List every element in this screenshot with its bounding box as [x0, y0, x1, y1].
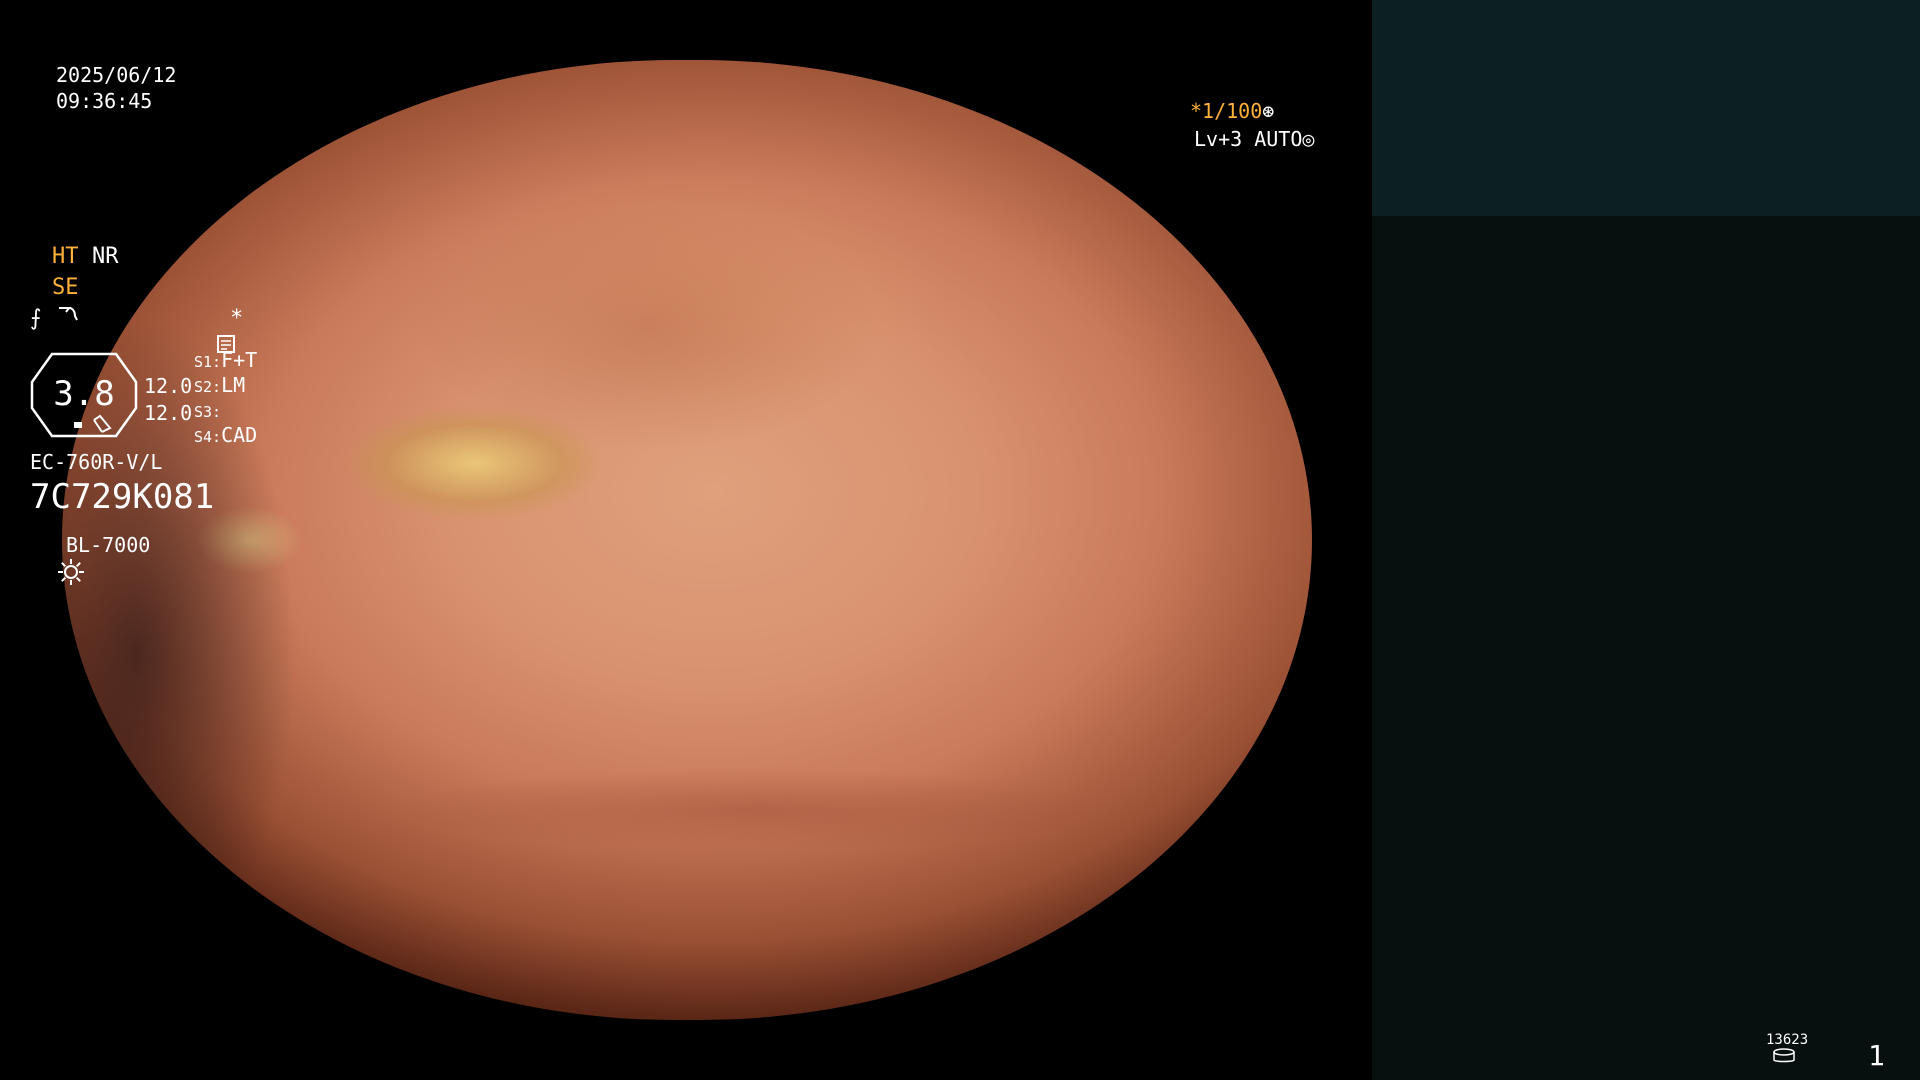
switch-key: S1: — [194, 353, 222, 371]
switch-s3: S3: — [194, 398, 221, 424]
switch-s2: S2:LM — [194, 373, 245, 399]
date-text: 2025/06/12 — [56, 63, 177, 87]
switch-s1: S1:F+T — [194, 348, 257, 374]
switch-key: S4: — [194, 428, 222, 446]
level-text: Lv+3 AUTO — [1194, 127, 1303, 151]
page-number: 1 — [1868, 1039, 1885, 1072]
gain-value-2: 12.0 — [144, 401, 193, 425]
shutter-speed: *1/100⊛ — [1190, 98, 1372, 124]
auto-icon: ◎ — [1302, 127, 1315, 151]
magnification-value: 3.8 — [53, 374, 115, 414]
nr-label: NR — [92, 244, 119, 269]
star-indicator: * — [230, 306, 244, 331]
brightness-level: Lv+3 AUTO◎ — [1194, 126, 1314, 152]
switch-key: S3: — [194, 403, 222, 421]
storage-disk-icon — [1772, 1048, 1796, 1064]
lamp-model: BL-7000 — [66, 533, 151, 557]
scope-serial: 7C729K081 — [30, 477, 215, 517]
shutter-text: *1/100 — [1190, 99, 1263, 123]
time-text: 09:36:45 — [56, 89, 153, 113]
switch-value: LM — [221, 373, 246, 397]
switch-s4: S4:CAD — [194, 423, 257, 449]
endoscopic-image — [62, 60, 1312, 1020]
function-icon: ⨍ — [30, 306, 42, 331]
endoscope-viewport: 2025/06/12 09:36:45 *1/100⊛ Lv+3 AUTO◎ — [0, 0, 1372, 1080]
record-count: 13623 — [1766, 1032, 1809, 1048]
switch-value: F+T — [221, 348, 258, 372]
scope-model: EC-760R-V/L — [30, 450, 163, 474]
se-label: SE — [52, 275, 79, 300]
info-panel-header — [1372, 0, 1920, 216]
date-time-display: 2025/06/12 09:36:45 — [56, 62, 176, 114]
switch-key: S2: — [194, 378, 222, 396]
aperture-icon: ⊛ — [1262, 99, 1275, 123]
ht-label: HT — [52, 244, 79, 269]
info-panel — [1372, 0, 1920, 1080]
switch-value: CAD — [221, 423, 258, 447]
gain-value-1: 12.0 — [144, 374, 193, 398]
